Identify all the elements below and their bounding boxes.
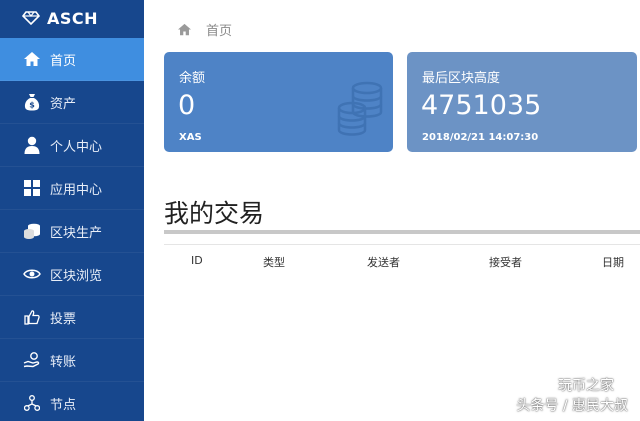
- brand-name: ASCH: [47, 8, 99, 28]
- sidebar-item-label: 个人中心: [50, 139, 103, 155]
- sidebar-item-label: 区块生产: [50, 225, 103, 241]
- column-header-recipient[interactable]: 接受者: [489, 254, 522, 270]
- balance-value: 0: [178, 90, 196, 121]
- balance-unit: XAS: [179, 132, 202, 143]
- column-header-id[interactable]: ID: [191, 254, 203, 267]
- block-height-card: 最后区块高度 4751035 2018/02/21 14:07:30: [407, 52, 637, 152]
- coins-stack-icon: [22, 221, 42, 241]
- user-icon: [22, 135, 42, 155]
- brand-logo[interactable]: ASCH: [0, 0, 144, 36]
- thumbs-up-icon: [22, 307, 42, 327]
- transfer-hand-icon: [22, 350, 42, 370]
- sidebar-item-label: 节点: [50, 397, 77, 413]
- column-header-sender[interactable]: 发送者: [367, 254, 400, 270]
- sidebar-nav: 首页 $ 资产 个人中心 应用中心 区块生产 区块浏览 投票 转账 节点: [0, 38, 144, 421]
- watermark-line-2: 头条号 / 惠民大叔: [516, 398, 628, 414]
- block-height-time: 2018/02/21 14:07:30: [422, 132, 539, 143]
- sidebar-item-forging[interactable]: 区块生产: [0, 210, 144, 253]
- sidebar-item-label: 首页: [50, 53, 77, 69]
- sidebar-item-label: 区块浏览: [50, 268, 103, 284]
- transactions-table-header: ID 类型 发送者 接受者 日期: [164, 244, 640, 274]
- sidebar-item-profile[interactable]: 个人中心: [0, 124, 144, 167]
- sidebar-item-apps[interactable]: 应用中心: [0, 167, 144, 210]
- sidebar-item-label: 资产: [50, 96, 77, 112]
- sidebar-item-label: 投票: [50, 311, 77, 327]
- breadcrumb-label: 首页: [206, 24, 233, 39]
- column-header-type[interactable]: 类型: [263, 254, 285, 270]
- balance-card: 余额 0 XAS: [164, 52, 393, 152]
- balance-label: 余额: [179, 71, 206, 86]
- watermark: 玩币之家 头条号 / 惠民大叔: [516, 376, 628, 416]
- nodes-icon: [22, 393, 42, 413]
- block-height-value: 4751035: [421, 90, 542, 121]
- sidebar-item-label: 转账: [50, 354, 77, 370]
- apps-grid-icon: [22, 178, 42, 198]
- sidebar-item-transfer[interactable]: 转账: [0, 339, 144, 382]
- diamond-logo-icon: [22, 11, 40, 25]
- sidebar-item-vote[interactable]: 投票: [0, 296, 144, 339]
- title-divider: [164, 230, 640, 234]
- sidebar-item-label: 应用中心: [50, 182, 103, 198]
- money-bag-icon: $: [22, 92, 42, 112]
- sidebar-item-nodes[interactable]: 节点: [0, 382, 144, 421]
- breadcrumb: 首页: [177, 20, 232, 39]
- eye-icon: [22, 264, 42, 284]
- home-icon[interactable]: [177, 23, 192, 36]
- home-icon: [22, 49, 42, 69]
- sidebar: ASCH 首页 $ 资产 个人中心 应用中心 区块生产 区块浏览 投票 转账 节…: [0, 0, 144, 421]
- main-content: 首页 余额 0 XAS 最后区块高度 4751035 2018/02/21 14…: [144, 0, 640, 421]
- sidebar-item-home[interactable]: 首页: [0, 38, 144, 81]
- coins-stack-icon: [337, 81, 383, 136]
- sidebar-item-explorer[interactable]: 区块浏览: [0, 253, 144, 296]
- block-height-label: 最后区块高度: [422, 71, 501, 86]
- watermark-line-1: 玩币之家: [558, 378, 614, 394]
- svg-text:$: $: [29, 101, 35, 110]
- column-header-date[interactable]: 日期: [602, 254, 624, 270]
- sidebar-item-assets[interactable]: $ 资产: [0, 81, 144, 124]
- transactions-title: 我的交易: [164, 199, 265, 228]
